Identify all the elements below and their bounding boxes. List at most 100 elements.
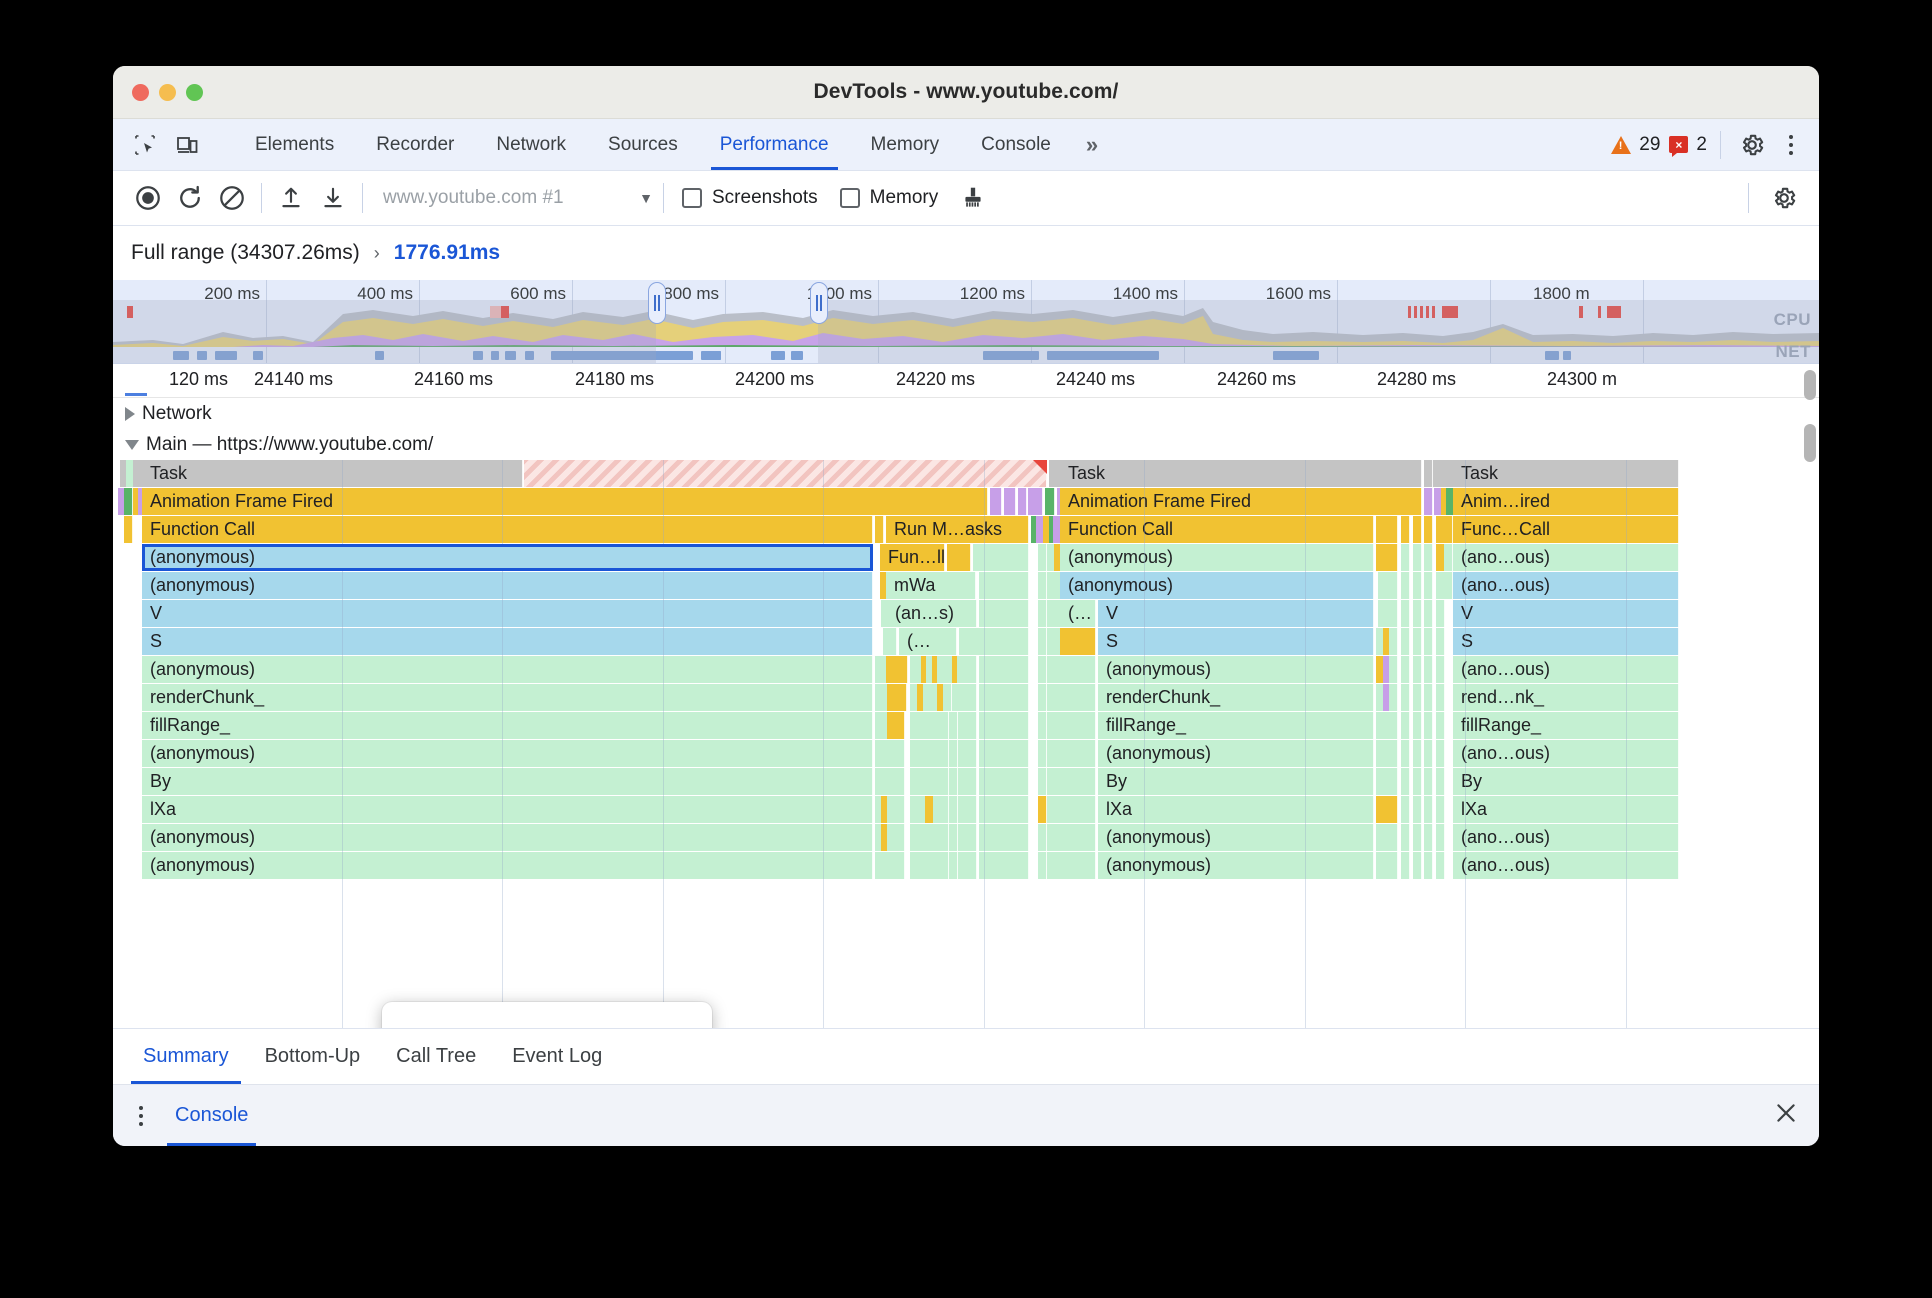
- collapse-arrow-icon[interactable]: [125, 439, 139, 450]
- collect-garbage-icon[interactable]: [952, 177, 994, 219]
- close-icon[interactable]: [1773, 1100, 1799, 1131]
- flame-bar-lxa[interactable]: lXa: [1098, 796, 1374, 823]
- warnings-badge[interactable]: 29: [1611, 134, 1660, 156]
- inspect-element-icon[interactable]: [127, 127, 163, 163]
- flame-bar-anonymous[interactable]: (anonymous): [1098, 824, 1374, 851]
- kebab-menu-icon[interactable]: [1779, 125, 1803, 165]
- flame-bar-task[interactable]: Task: [1453, 460, 1679, 487]
- memory-label[interactable]: Memory: [870, 187, 939, 209]
- flame-bar-renderchunk[interactable]: renderChunk_: [142, 684, 873, 711]
- tab-network[interactable]: Network: [475, 119, 587, 170]
- flame-chart-area[interactable]: 120 ms 24140 ms 24160 ms 24180 ms 24200 …: [113, 364, 1819, 1028]
- selection-handle-right[interactable]: [810, 282, 828, 324]
- flame-bar-s[interactable]: S: [1098, 628, 1374, 655]
- gear-icon[interactable]: [1763, 177, 1805, 219]
- flame-context-menu[interactable]: Hide function H Hide children C Hide rep…: [382, 1002, 712, 1028]
- flame-bar-s[interactable]: S: [142, 628, 873, 655]
- screenshots-label[interactable]: Screenshots: [712, 187, 818, 209]
- memory-checkbox[interactable]: [839, 188, 860, 208]
- flame-bar-by[interactable]: By: [1098, 768, 1374, 795]
- flame-bar-anonymous[interactable]: (anonymous): [1098, 656, 1374, 683]
- flame-bar-anonymous[interactable]: (ano…ous): [1453, 656, 1679, 683]
- breadcrumb-current-range[interactable]: 1776.91ms: [394, 241, 500, 265]
- errors-badge[interactable]: × 2: [1669, 134, 1707, 157]
- menu-item-hide-function[interactable]: Hide function H: [382, 1022, 712, 1028]
- flame-bar-animation-frame[interactable]: Animation Frame Fired: [1060, 488, 1422, 515]
- screenshots-checkbox-group[interactable]: Screenshots: [682, 187, 832, 209]
- flame-bar-function-call[interactable]: Function Call: [1060, 516, 1374, 543]
- flame-bar-function-call-short[interactable]: Fun…ll: [880, 544, 945, 571]
- breadcrumb-full-range[interactable]: Full range (34307.26ms): [131, 241, 360, 265]
- upload-profile-icon[interactable]: [270, 177, 312, 219]
- tab-memory[interactable]: Memory: [850, 119, 961, 170]
- vertical-scrollbar-chart[interactable]: [1804, 424, 1816, 462]
- download-profile-icon[interactable]: [312, 177, 354, 219]
- flame-bar-fillrange[interactable]: fillRange_: [1098, 712, 1374, 739]
- flame-bar-anonymous[interactable]: (anonymous): [142, 656, 873, 683]
- track-network[interactable]: Network: [113, 398, 1819, 429]
- clear-icon[interactable]: [211, 177, 253, 219]
- flame-bar-by[interactable]: By: [142, 768, 873, 795]
- flame-bar-v[interactable]: V: [1098, 600, 1374, 627]
- tab-recorder[interactable]: Recorder: [355, 119, 475, 170]
- device-toolbar-icon[interactable]: [169, 127, 205, 163]
- flame-bar-anonymous[interactable]: (ano…ous): [1453, 824, 1679, 851]
- screenshots-checkbox[interactable]: [682, 188, 702, 208]
- flame-bar-anonymous[interactable]: (ano…ous): [1453, 572, 1679, 599]
- flame-bar-anonymous[interactable]: (anonymous): [142, 740, 873, 767]
- flame-bar-anonymous[interactable]: (anonymous): [1060, 572, 1374, 599]
- tab-console[interactable]: Console: [960, 119, 1072, 170]
- flame-bar-anonymous[interactable]: (anonymous): [1060, 544, 1374, 571]
- flame-bar-anonymous[interactable]: (anonymous): [1098, 852, 1374, 879]
- tab-summary[interactable]: Summary: [125, 1029, 247, 1084]
- flame-bar-anonymous[interactable]: (ano…ous): [1453, 852, 1679, 879]
- flame-bar-anonymous[interactable]: (anonymous): [142, 824, 873, 851]
- more-tabs-button[interactable]: »: [1072, 119, 1112, 170]
- flame-bar-anonymous[interactable]: (ano…ous): [1453, 740, 1679, 767]
- reload-record-icon[interactable]: [169, 177, 211, 219]
- flame-bar-task[interactable]: Task: [142, 460, 523, 487]
- flame-bar-anonymous-trunc[interactable]: (…: [899, 628, 957, 655]
- selection-handle-left[interactable]: [648, 282, 666, 324]
- tab-event-log[interactable]: Event Log: [494, 1029, 620, 1084]
- flame-bar-animation-frame[interactable]: Animation Frame Fired: [142, 488, 988, 515]
- tab-performance[interactable]: Performance: [699, 119, 850, 170]
- tab-sources[interactable]: Sources: [587, 119, 699, 170]
- flame-bar-fillrange[interactable]: fillRange_: [142, 712, 873, 739]
- kebab-menu-icon[interactable]: [129, 1096, 153, 1136]
- flame-bar-lxa[interactable]: lXa: [1453, 796, 1679, 823]
- drawer-tab-console[interactable]: Console: [167, 1085, 257, 1146]
- flame-bar-function-call[interactable]: Function Call: [142, 516, 873, 543]
- gear-icon[interactable]: [1734, 127, 1770, 163]
- flame-bar-s[interactable]: S: [1453, 628, 1679, 655]
- timeline-overview[interactable]: 200 ms 400 ms 600 ms 800 ms 1000 ms 1200…: [113, 280, 1819, 364]
- flame-bar-renderchunk[interactable]: rend…nk_: [1453, 684, 1679, 711]
- flame-bar-anonymous-short[interactable]: (an…s): [887, 600, 977, 627]
- tab-call-tree[interactable]: Call Tree: [378, 1029, 494, 1084]
- flame-bar-v[interactable]: V: [142, 600, 873, 627]
- vertical-scrollbar-ruler[interactable]: [1804, 370, 1816, 400]
- memory-checkbox-group[interactable]: Memory: [839, 187, 953, 209]
- flame-bar-scripting[interactable]: [1060, 628, 1096, 655]
- flame-bar-renderchunk[interactable]: renderChunk_: [1098, 684, 1374, 711]
- flame-bar-anonymous[interactable]: (anonymous): [142, 852, 873, 879]
- expand-arrow-icon[interactable]: [125, 406, 135, 421]
- tab-elements[interactable]: Elements: [234, 119, 355, 170]
- flame-bar-animation-frame[interactable]: Anim…ired: [1453, 488, 1679, 515]
- tab-bottom-up[interactable]: Bottom-Up: [247, 1029, 379, 1084]
- flame-chart[interactable]: Task Task Task Animation Frame Fired Ani…: [113, 460, 1819, 880]
- flame-bar-long-task[interactable]: [524, 460, 1047, 487]
- flame-bar-fillrange[interactable]: fillRange_: [1453, 712, 1679, 739]
- flame-bar-anonymous[interactable]: (anonymous): [1098, 740, 1374, 767]
- flame-bar-anonymous[interactable]: (ano…ous): [1453, 544, 1679, 571]
- record-icon[interactable]: [127, 177, 169, 219]
- flame-bar-anonymous[interactable]: (anonymous): [142, 572, 873, 599]
- flame-bar-by[interactable]: By: [1453, 768, 1679, 795]
- flame-bar-selected-anonymous[interactable]: (anonymous): [142, 544, 873, 571]
- flame-bar-function-call[interactable]: Func…Call: [1453, 516, 1679, 543]
- flame-bar-v[interactable]: V: [1453, 600, 1679, 627]
- flame-bar-mwa[interactable]: mWa: [886, 572, 976, 599]
- flame-bar-anonymous-trunc[interactable]: (…: [1060, 600, 1096, 627]
- flame-bar-run-microtasks[interactable]: Run M…asks: [886, 516, 1029, 543]
- track-main[interactable]: Main — https://www.youtube.com/: [113, 429, 1819, 460]
